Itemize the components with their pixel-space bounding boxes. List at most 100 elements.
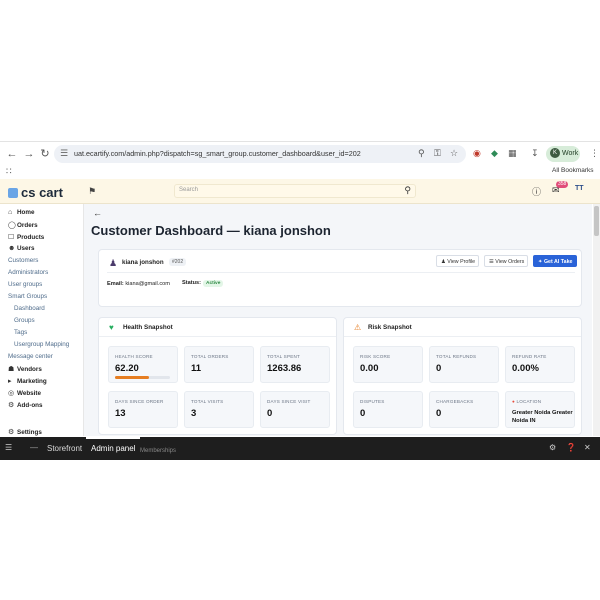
metric-value: 0 — [436, 408, 442, 419]
back-arrow-icon[interactable]: ← — [93, 208, 102, 218]
profile-label: Work — [562, 150, 579, 157]
sidebar-item-addons[interactable]: ⚙ Add-ons — [8, 401, 43, 409]
users-icon: ☻ — [8, 245, 16, 252]
divider — [107, 272, 575, 273]
sidebar-item-settings[interactable]: ⚙ Settings — [8, 428, 42, 436]
metric-days-since-visit: DAYS SINCE VISIT 0 — [260, 391, 330, 428]
menu-icon[interactable]: ☰ — [5, 443, 12, 452]
location-pin-icon: ● — [512, 399, 515, 404]
sidebar-item-products[interactable]: ☐ Products — [8, 233, 44, 241]
metric-value: 62.20 — [115, 363, 139, 374]
metric-label: TOTAL VISITS — [191, 399, 224, 404]
bookmark-star-icon[interactable]: ☆ — [450, 148, 458, 159]
page-title: Customer Dashboard — kiana jonshon — [91, 223, 331, 238]
sidebar-item-vendors[interactable]: ☗ Vendors — [8, 365, 42, 373]
orders-icon: ◯ — [8, 222, 16, 229]
metric-label: TOTAL REFUNDS — [436, 354, 477, 359]
sidebar-item-groups[interactable]: Groups — [14, 317, 35, 324]
metric-risk-score: RISK SCORE 0.00 — [353, 346, 423, 383]
email-row: Email: kiana@gmail.com — [107, 281, 170, 287]
password-key-icon[interactable]: ⚿ — [434, 148, 441, 159]
cscart-logo[interactable]: cs cart — [8, 185, 63, 200]
metric-label: DISPUTES — [360, 399, 385, 404]
address-bar[interactable]: ☰ uat.ecartify.com/admin.php?dispatch=sg… — [54, 145, 466, 163]
admin-sidebar: ⌂ Home ◯Orders ☐ Products ☻ Users Customers… — [0, 204, 84, 436]
gear-icon[interactable]: ⚙ — [549, 443, 556, 452]
download-icon[interactable]: ↧ — [531, 148, 539, 159]
extension-icon[interactable]: ◆ — [491, 148, 498, 159]
zoom-icon[interactable]: ⚲ — [418, 148, 425, 159]
sidebar-item-user-groups[interactable]: User groups — [8, 281, 42, 288]
sidebar-item-website[interactable]: ◎ Website — [8, 389, 41, 397]
view-profile-button[interactable]: ♟ View Profile — [436, 255, 479, 267]
status-label: Status: — [182, 280, 201, 286]
sidebar-item-marketing[interactable]: ▸ Marketing — [8, 377, 47, 385]
metric-value: 0 — [267, 408, 273, 419]
sidebar-item-users[interactable]: ☻ Users — [8, 245, 35, 252]
metric-label: REFUND RATE — [512, 354, 547, 359]
page-scrollbar[interactable] — [593, 204, 600, 436]
sidebar-item-usergroup-mapping[interactable]: Usergroup Mapping — [14, 341, 69, 348]
sidebar-item-tags[interactable]: Tags — [14, 329, 27, 336]
sidebar-item-administrators[interactable]: Administrators — [8, 269, 48, 276]
close-icon[interactable]: ✕ — [584, 443, 591, 452]
user-menu-avatar[interactable]: TT — [575, 185, 584, 192]
user-icon: ♟ — [441, 259, 446, 265]
home-icon: ⌂ — [8, 209, 13, 216]
sidebar-item-customers[interactable]: Customers — [8, 257, 38, 264]
search-input[interactable]: Search ⚲ — [174, 184, 416, 198]
sparkle-icon: ✦ — [538, 259, 543, 265]
sidebar-item-home[interactable]: ⌂ Home — [8, 209, 35, 216]
health-score-bar-fill — [115, 376, 150, 379]
profile-button[interactable]: K Work — [546, 146, 580, 162]
help-icon[interactable]: ❓ — [566, 443, 576, 452]
health-score-bar — [115, 376, 170, 379]
metric-value: Greater Noida Greater Noida IN — [512, 410, 573, 424]
metric-total-visits: TOTAL VISITS 3 — [184, 391, 254, 428]
risk-snapshot-card: ⚠ Risk Snapshot RISK SCORE 0.00 TOTAL RE… — [343, 317, 582, 435]
sidebar-item-message-center[interactable]: Message center — [8, 353, 53, 360]
customer-profile-card: ♟ kiana jonshon #202 ♟ View Profile ☰ Vi… — [98, 249, 582, 307]
sidebar-item-smart-groups[interactable]: Smart Groups — [8, 293, 47, 300]
sidebar-item-dashboard[interactable]: Dashboard — [14, 305, 45, 312]
url-text[interactable]: uat.ecartify.com/admin.php?dispatch=sg_s… — [74, 149, 361, 158]
get-ai-take-button[interactable]: ✦ Get AI Take — [533, 255, 577, 267]
storefront-tab[interactable]: Storefront — [47, 444, 82, 453]
apps-grid-icon[interactable]: ∷ — [6, 166, 12, 177]
warning-icon: ⚠ — [354, 323, 362, 332]
search-icon[interactable]: ⚲ — [404, 185, 411, 196]
menu-kebab-icon[interactable]: ⋮ — [590, 148, 599, 159]
forward-arrow-icon[interactable]: → — [22, 147, 36, 161]
metric-value: 0.00% — [512, 363, 539, 374]
logo-text: cs cart — [21, 185, 63, 200]
site-info-icon[interactable]: ☰ — [60, 148, 68, 159]
metric-value: 1263.86 — [267, 363, 302, 374]
all-bookmarks-link[interactable]: All Bookmarks — [552, 167, 594, 174]
admin-panel-tab[interactable]: Admin panel — [91, 444, 135, 453]
metric-label: DAYS SINCE VISIT — [267, 399, 311, 404]
help-icon[interactable]: ⓘ — [532, 185, 541, 198]
website-icon: ◎ — [8, 390, 15, 397]
status-badge: Active — [203, 280, 224, 287]
metric-label: TOTAL SPENT — [267, 354, 301, 359]
metric-label: RISK SCORE — [360, 354, 391, 359]
extension-icon[interactable]: ◉ — [473, 148, 481, 159]
reload-icon[interactable]: ↻ — [38, 147, 52, 161]
metric-value: 0 — [360, 408, 366, 419]
view-orders-button[interactable]: ☰ View Orders — [484, 255, 528, 267]
metric-label: ● LOCATION — [512, 399, 542, 404]
marketing-icon: ▸ — [8, 378, 12, 385]
metric-value: 11 — [191, 363, 202, 374]
products-icon: ☐ — [8, 234, 15, 241]
metric-total-spent: TOTAL SPENT 1263.86 — [260, 346, 330, 383]
email-label: Email: — [107, 281, 124, 287]
browser-chrome: ← → ↻ ☰ uat.ecartify.com/admin.php?dispa… — [0, 141, 600, 179]
metric-total-refunds: TOTAL REFUNDS 0 — [429, 346, 499, 383]
scrollbar-thumb[interactable] — [594, 206, 599, 236]
lock-icon[interactable]: ⚑ — [88, 186, 96, 197]
extensions-puzzle-icon[interactable]: ▦ — [508, 148, 517, 159]
settings-icon: ⚙ — [8, 429, 15, 436]
metric-label: TOTAL ORDERS — [191, 354, 229, 359]
sidebar-item-orders[interactable]: ◯Orders — [8, 221, 38, 229]
back-arrow-icon[interactable]: ← — [5, 147, 19, 161]
